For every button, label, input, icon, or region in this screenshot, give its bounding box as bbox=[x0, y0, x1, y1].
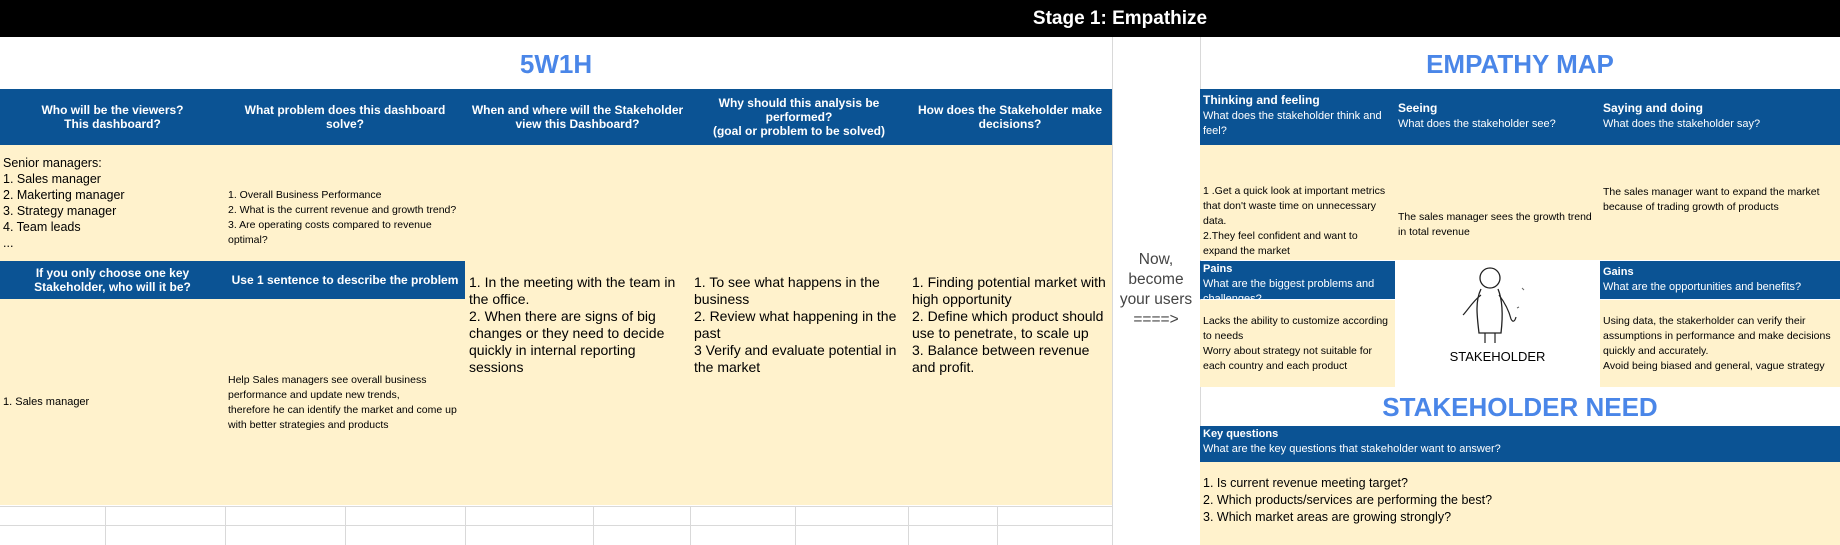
gains-answer: Using data, the stakerholder can verify … bbox=[1603, 314, 1831, 372]
header-why: Why should this analysis be performed? (… bbox=[712, 96, 885, 138]
stage-title: Stage 1: Empathize bbox=[1032, 7, 1208, 29]
key-stakeholder-cell: 1. Sales manager bbox=[3, 396, 90, 408]
how-cell: 1. Finding potential market with high op… bbox=[912, 274, 1106, 375]
grid-line bbox=[908, 506, 909, 545]
saying-header: Saying and doing What does the stakehold… bbox=[1600, 97, 1840, 145]
header-viewers: Who will be the viewers? This dashboard? bbox=[41, 103, 184, 131]
key-questions-label: Key questions bbox=[1203, 428, 1279, 440]
thinking-label: Thinking and feeling bbox=[1203, 93, 1320, 107]
one-sentence-cell: Help Sales managers see overall business… bbox=[228, 373, 457, 431]
gains-header: Gains What are the opportunities and ben… bbox=[1600, 261, 1840, 299]
pains-header: Pains What are the biggest problems and … bbox=[1200, 261, 1395, 305]
header-how: How does the Stakeholder make decisions? bbox=[917, 103, 1103, 131]
pains-label: Pains bbox=[1203, 263, 1233, 275]
stakeholder-box: STAKEHOLDER bbox=[1395, 261, 1600, 387]
grid-line bbox=[795, 506, 796, 545]
grid-line bbox=[105, 506, 106, 545]
saying-answer: The sales manager want to expand the mar… bbox=[1603, 186, 1820, 213]
key-questions-answer: 1. Is current revenue meeting target? 2.… bbox=[1203, 476, 1493, 524]
grid-line bbox=[593, 506, 594, 545]
grid-line bbox=[1112, 37, 1113, 545]
thinking-answer: 1 .Get a quick look at important metrics… bbox=[1203, 185, 1386, 257]
saying-question: What does the stakeholder say? bbox=[1603, 118, 1761, 130]
pains-answer: Lacks the ability to customize according… bbox=[1203, 314, 1389, 372]
grid-line bbox=[690, 506, 691, 545]
problem-cell: 1. Overall Business Performance 2. What … bbox=[228, 188, 457, 246]
stakeholder-need-title: STAKEHOLDER NEED bbox=[1382, 391, 1658, 422]
viewers-cell: Senior managers: 1. Sales manager 2. Mak… bbox=[3, 155, 125, 250]
key-stakeholder-header: If you only choose one key Stakeholder, … bbox=[0, 261, 225, 299]
key-questions-header: Key questions What are the key questions… bbox=[1200, 426, 1840, 462]
when-where-cell: 1. In the meeting with the team in the o… bbox=[469, 274, 676, 375]
saying-label: Saying and doing bbox=[1603, 101, 1704, 115]
thinking-question: What does the stakeholder think and feel… bbox=[1203, 110, 1382, 137]
header-when-where: When and where will the Stakeholder view… bbox=[471, 103, 684, 131]
seeing-label: Seeing bbox=[1398, 101, 1438, 115]
header-problem: What problem does this dashboard solve? bbox=[244, 103, 446, 131]
w5h1-title: 5W1H bbox=[519, 48, 593, 79]
grid-line bbox=[0, 525, 1112, 526]
thinking-header: Thinking and feeling What does the stake… bbox=[1200, 89, 1395, 145]
seeing-answer: The sales manager sees the growth trend … bbox=[1398, 211, 1592, 238]
grid-line bbox=[225, 506, 226, 545]
stakeholder-label: STAKEHOLDER bbox=[1449, 349, 1546, 364]
gains-label: Gains bbox=[1603, 266, 1634, 278]
seeing-header: Seeing What does the stakeholder see? bbox=[1395, 97, 1600, 145]
key-questions-question: What are the key questions that stakehol… bbox=[1203, 443, 1501, 455]
stakeholder-figure-icon bbox=[1462, 267, 1525, 343]
gains-question: What are the opportunities and benefits? bbox=[1603, 281, 1802, 293]
grid-line bbox=[0, 506, 1112, 507]
grid-line bbox=[997, 506, 998, 545]
grid-line bbox=[465, 506, 466, 545]
one-sentence-header: Use 1 sentence to describe the problem bbox=[225, 261, 465, 299]
grid-line bbox=[345, 506, 346, 545]
seeing-question: What does the stakeholder see? bbox=[1398, 118, 1556, 130]
why-cell: 1. To see what happens in the business 2… bbox=[694, 274, 897, 375]
transition-text: Now, become your users ====> bbox=[1119, 251, 1193, 328]
empathy-map-title: EMPATHY MAP bbox=[1426, 48, 1614, 79]
